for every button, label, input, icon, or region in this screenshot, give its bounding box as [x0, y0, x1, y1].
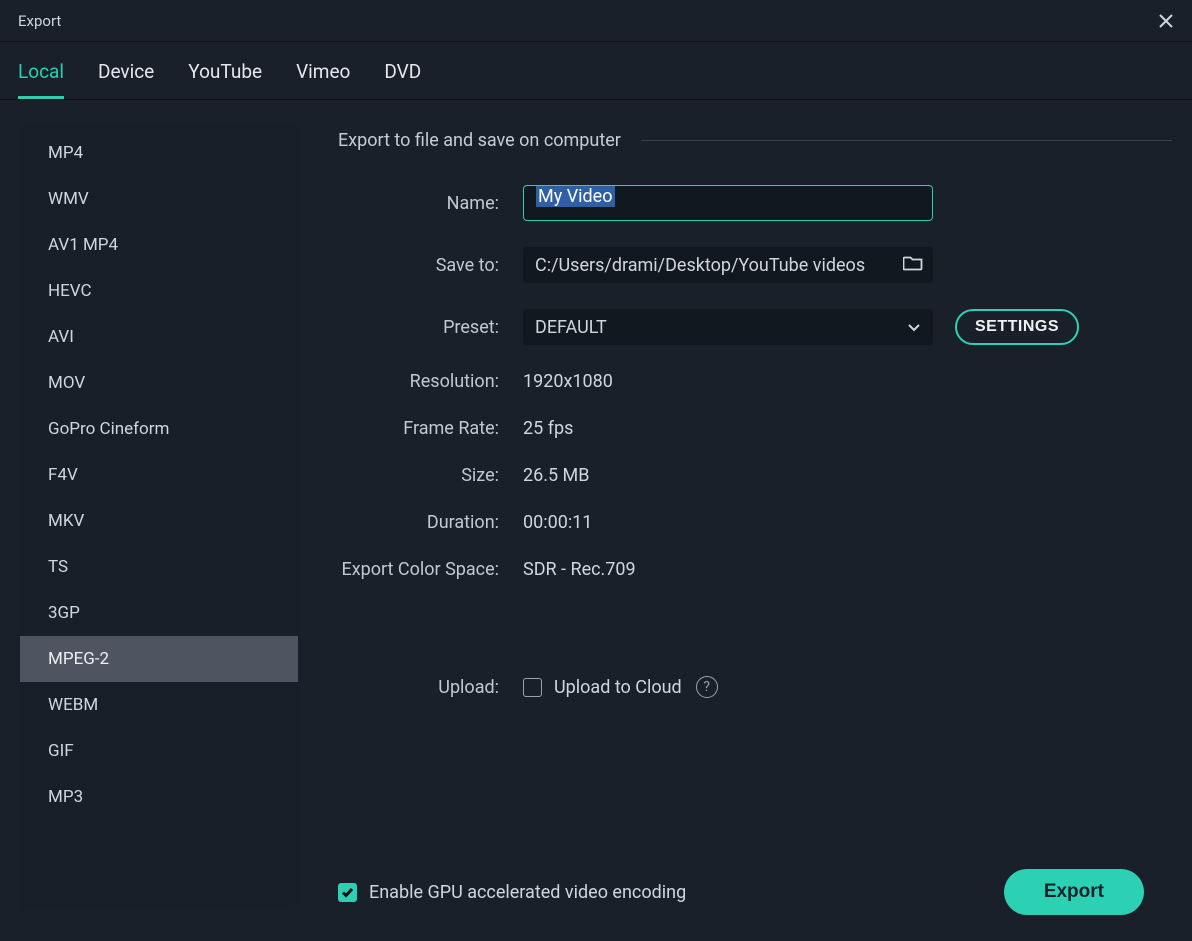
framerate-label: Frame Rate: — [338, 418, 523, 439]
help-icon[interactable]: ? — [696, 676, 718, 698]
resolution-label: Resolution: — [338, 371, 523, 392]
format-av1mp4[interactable]: AV1 MP4 — [20, 222, 298, 268]
folder-icon[interactable] — [903, 255, 923, 276]
upload-label: Upload: — [338, 677, 523, 698]
row-preset: Preset: DEFAULT SETTINGS — [338, 309, 1172, 345]
name-input-selection: My Video — [536, 186, 615, 207]
check-icon — [341, 887, 354, 898]
name-input[interactable]: My Video — [523, 185, 933, 221]
format-gif[interactable]: GIF — [20, 728, 298, 774]
footer: Enable GPU accelerated video encoding Ex… — [338, 869, 1144, 915]
upload-checkbox[interactable] — [523, 678, 542, 697]
format-wmv[interactable]: WMV — [20, 176, 298, 222]
row-size: Size: 26.5 MB — [338, 465, 1172, 486]
duration-value: 00:00:11 — [523, 512, 592, 533]
row-saveto: Save to: C:/Users/drami/Desktop/YouTube … — [338, 247, 1172, 283]
row-gpu: Enable GPU accelerated video encoding — [338, 882, 686, 903]
resolution-value: 1920x1080 — [523, 371, 613, 392]
row-colorspace: Export Color Space: SDR - Rec.709 — [338, 559, 1172, 580]
format-avi[interactable]: AVI — [20, 314, 298, 360]
tab-youtube[interactable]: YouTube — [188, 44, 262, 98]
row-name: Name: My Video — [338, 185, 1172, 221]
colorspace-label: Export Color Space: — [338, 559, 523, 580]
export-button[interactable]: Export — [1004, 869, 1144, 915]
duration-label: Duration: — [338, 512, 523, 533]
preset-value: DEFAULT — [535, 317, 607, 338]
preset-label: Preset: — [338, 317, 523, 338]
size-label: Size: — [338, 465, 523, 486]
tab-dvd[interactable]: DVD — [384, 44, 421, 98]
saveto-label: Save to: — [338, 255, 523, 276]
format-mp3[interactable]: MP3 — [20, 774, 298, 820]
saveto-value: C:/Users/drami/Desktop/YouTube videos — [535, 255, 865, 276]
saveto-field[interactable]: C:/Users/drami/Desktop/YouTube videos — [523, 247, 933, 283]
row-duration: Duration: 00:00:11 — [338, 512, 1172, 533]
chevron-down-icon — [907, 317, 921, 338]
name-label: Name: — [338, 193, 523, 214]
section-divider — [641, 140, 1172, 141]
settings-button[interactable]: SETTINGS — [955, 309, 1079, 345]
tab-device[interactable]: Device — [98, 44, 154, 98]
format-sidebar: MP4 WMV AV1 MP4 HEVC AVI MOV GoPro Cinef… — [20, 126, 298, 910]
close-button[interactable] — [1154, 9, 1178, 33]
format-mp4[interactable]: MP4 — [20, 130, 298, 176]
format-hevc[interactable]: HEVC — [20, 268, 298, 314]
preset-select[interactable]: DEFAULT — [523, 309, 933, 345]
size-value: 26.5 MB — [523, 465, 590, 486]
window-title: Export — [18, 12, 61, 30]
format-f4v[interactable]: F4V — [20, 452, 298, 498]
main-panel: Export to file and save on computer Name… — [338, 126, 1172, 921]
row-framerate: Frame Rate: 25 fps — [338, 418, 1172, 439]
framerate-value: 25 fps — [523, 418, 573, 439]
format-ts[interactable]: TS — [20, 544, 298, 590]
tab-local[interactable]: Local — [18, 44, 64, 98]
format-gopro[interactable]: GoPro Cineform — [20, 406, 298, 452]
titlebar: Export — [0, 0, 1192, 42]
upload-checkbox-label: Upload to Cloud — [554, 677, 682, 698]
export-form: Name: My Video Save to: C:/Users/drami/D… — [338, 185, 1172, 580]
gpu-checkbox[interactable] — [338, 883, 357, 902]
section-title: Export to file and save on computer — [338, 130, 621, 151]
row-resolution: Resolution: 1920x1080 — [338, 371, 1172, 392]
format-webm[interactable]: WEBM — [20, 682, 298, 728]
colorspace-value: SDR - Rec.709 — [523, 559, 636, 580]
tab-bar: Local Device YouTube Vimeo DVD — [0, 42, 1192, 100]
format-3gp[interactable]: 3GP — [20, 590, 298, 636]
format-mkv[interactable]: MKV — [20, 498, 298, 544]
gpu-label: Enable GPU accelerated video encoding — [369, 882, 686, 903]
close-icon — [1157, 12, 1175, 30]
format-mpeg2[interactable]: MPEG-2 — [20, 636, 298, 682]
format-mov[interactable]: MOV — [20, 360, 298, 406]
dialog-body: MP4 WMV AV1 MP4 HEVC AVI MOV GoPro Cinef… — [0, 100, 1192, 941]
row-upload: Upload: Upload to Cloud ? — [338, 676, 1172, 698]
tab-vimeo[interactable]: Vimeo — [296, 44, 350, 98]
section-header: Export to file and save on computer — [338, 130, 1172, 151]
